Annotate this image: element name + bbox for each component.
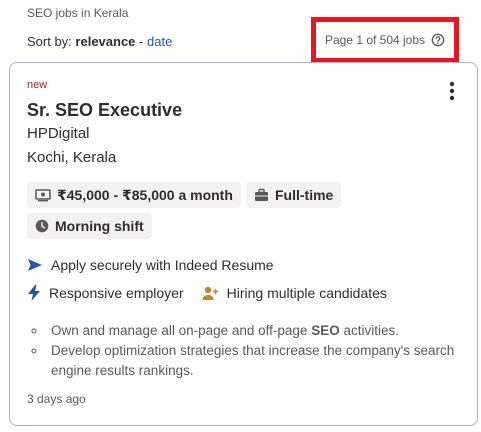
job-snippet: Own and manage all on-page and off-page … <box>33 321 467 381</box>
apply-row: Apply securely with Indeed Resume <box>27 257 274 273</box>
snippet-item: Develop optimization strategies that inc… <box>47 341 467 381</box>
sort-separator: - <box>139 34 144 49</box>
job-location: Kochi, Kerala <box>27 149 117 166</box>
sort-by-date-link[interactable]: date <box>147 34 172 49</box>
hiring-multiple-text: Hiring multiple candidates <box>226 285 387 301</box>
responsive-employer-text: Responsive employer <box>49 285 184 301</box>
shift-text: Morning shift <box>55 218 144 234</box>
job-type-tag: Full-time <box>246 182 342 208</box>
snippet-item: Own and manage all on-page and off-page … <box>47 321 467 341</box>
help-icon[interactable] <box>431 33 445 47</box>
salary-tag: ₹45,000 - ₹85,000 a month <box>27 182 241 208</box>
add-person-icon <box>202 286 218 300</box>
employer-info-row: Responsive employer Hiring multiple cand… <box>27 285 387 301</box>
sort-label: Sort by: <box>27 34 72 49</box>
breadcrumb: SEO jobs in Kerala <box>27 6 129 20</box>
clock-icon <box>35 219 49 233</box>
briefcase-icon <box>255 188 268 201</box>
pagination-text: Page 1 of 504 jobs <box>324 33 426 47</box>
job-type-text: Full-time <box>275 187 334 203</box>
money-icon <box>35 189 51 202</box>
new-badge: new <box>27 79 48 91</box>
send-arrow-icon <box>28 259 42 271</box>
job-card[interactable]: new Sr. SEO Executive HPDigital Kochi, K… <box>9 62 478 426</box>
sort-current: relevance <box>75 34 136 49</box>
shift-tag: Morning shift <box>27 213 152 239</box>
more-options-icon[interactable] <box>449 81 455 101</box>
salary-text: ₹45,000 - ₹85,000 a month <box>57 186 233 203</box>
job-title[interactable]: Sr. SEO Executive <box>27 100 182 121</box>
sort-bar: Sort by: relevance - date <box>27 34 172 49</box>
lightning-icon <box>28 285 40 301</box>
posted-date: 3 days ago <box>27 392 86 406</box>
apply-text: Apply securely with Indeed Resume <box>51 257 274 273</box>
pagination-count: Page 1 of 504 jobs <box>311 17 459 63</box>
company-name: HPDigital <box>27 125 90 142</box>
